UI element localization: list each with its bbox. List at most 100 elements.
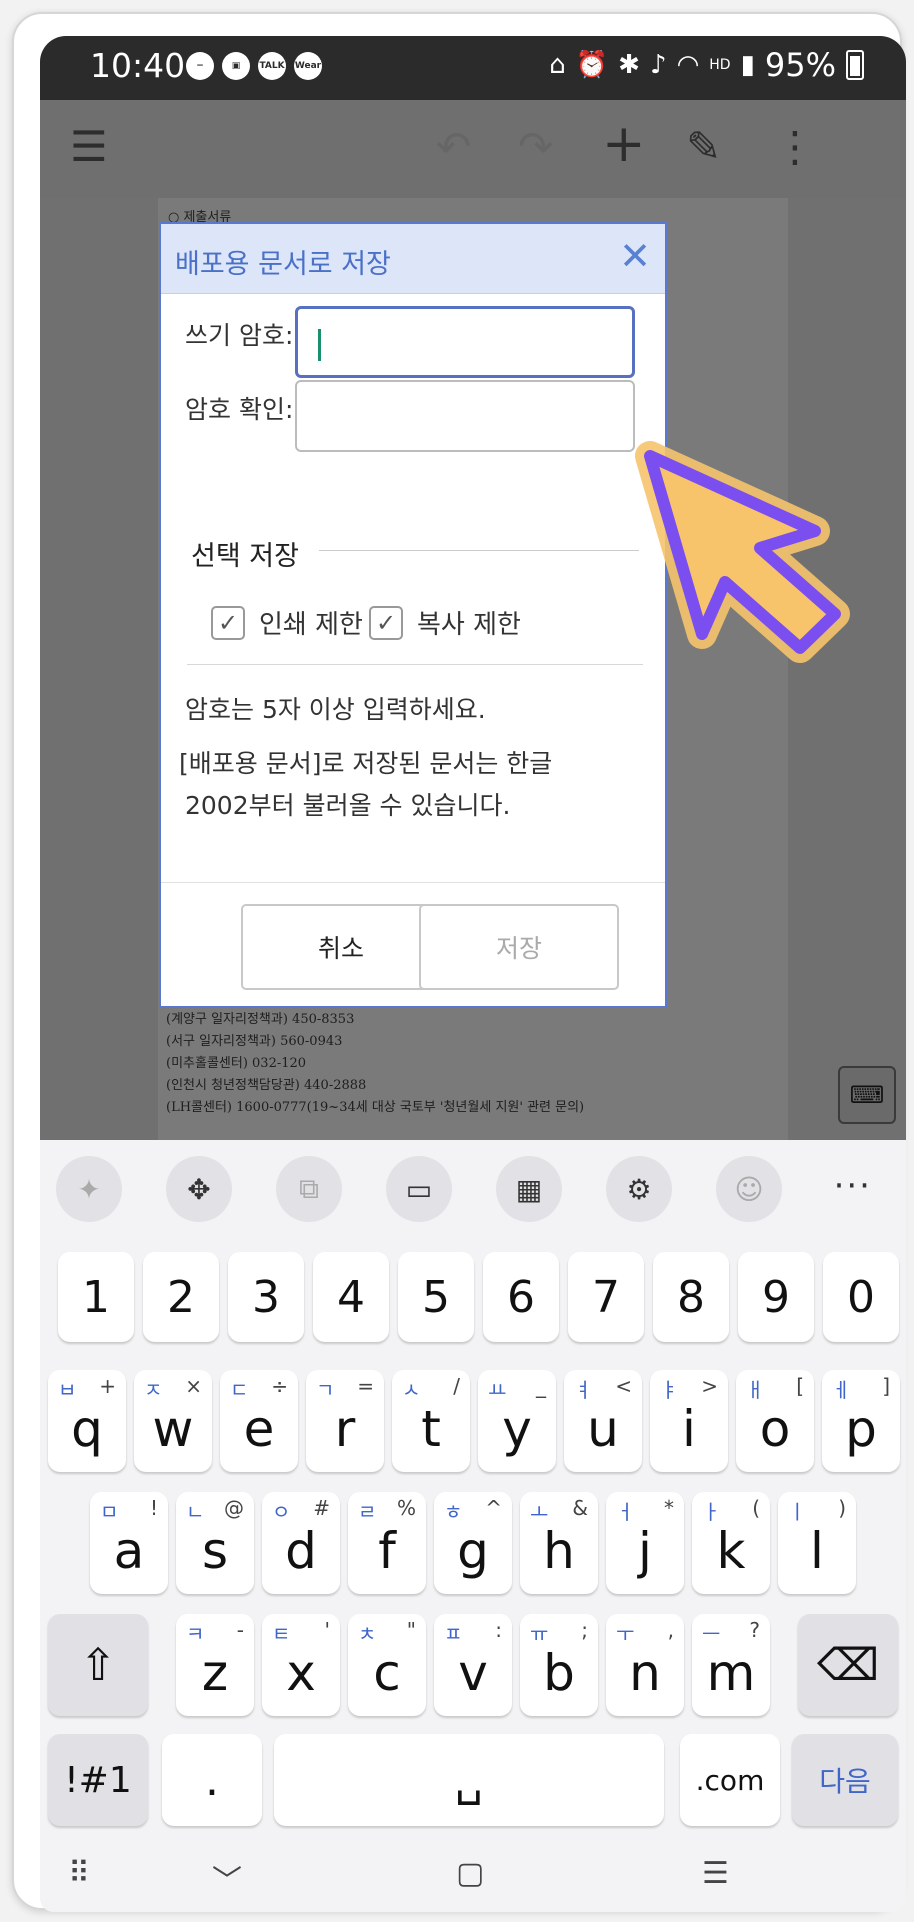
key-letter: v [458, 1644, 488, 1702]
cursor-move-icon[interactable]: ✥ [166, 1156, 232, 1222]
key-9[interactable]: 9 [738, 1252, 814, 1342]
key-6[interactable]: 6 [483, 1252, 559, 1342]
next-key[interactable]: 다음 [792, 1734, 898, 1826]
backspace-key[interactable]: ⌫ [798, 1614, 898, 1716]
key-m[interactable]: ㅡ? m [692, 1614, 770, 1716]
key-x[interactable]: ㅌ ' x [262, 1614, 340, 1716]
close-icon[interactable]: ✕ [619, 236, 651, 276]
more-icon[interactable]: ··· [834, 1166, 872, 1206]
dialog-header: 배포용 문서로 저장 ✕ [161, 224, 665, 294]
key-c[interactable]: ㅊ " c [348, 1614, 426, 1716]
key-letter: e [243, 1400, 275, 1458]
key-a[interactable]: ㅁ! a [90, 1492, 168, 1594]
key-4[interactable]: 4 [313, 1252, 389, 1342]
key-hint: ㅍ [444, 1622, 463, 1646]
clipboard-icon[interactable]: ▭ [386, 1156, 452, 1222]
key-letter: g [457, 1522, 489, 1580]
home-icon[interactable]: ▢ [456, 1856, 484, 1891]
ai-sparkle-icon[interactable]: ✦ [56, 1156, 122, 1222]
key-k[interactable]: ㅏ (k [692, 1492, 770, 1594]
key-v[interactable]: ㅍ: v [434, 1614, 512, 1716]
signal-icon: ▮ [740, 50, 755, 80]
symbols-key[interactable]: !#1 [48, 1734, 148, 1826]
mute-icon: ♪ [649, 50, 667, 80]
space-key[interactable]: ␣ [274, 1734, 664, 1826]
recents-icon[interactable]: ☰ [702, 1856, 729, 1891]
key-y[interactable]: ㅛ _ y [478, 1370, 556, 1472]
key-letter: j [638, 1522, 652, 1580]
key-5[interactable]: 5 [398, 1252, 474, 1342]
emoji-icon[interactable]: ☺ [716, 1156, 782, 1222]
key-1[interactable]: 1 [58, 1252, 134, 1342]
confirm-password-input[interactable] [295, 380, 635, 452]
key-symbol: * [664, 1496, 674, 1520]
key-w[interactable]: ㅈ × w [134, 1370, 212, 1472]
copy-restrict-checkbox[interactable]: ✓ 복사 제한 [369, 604, 521, 641]
shift-key[interactable]: ⇧ [48, 1614, 148, 1716]
write-password-input[interactable] [295, 306, 635, 378]
key-i[interactable]: ㅑ > i [650, 1370, 728, 1472]
save-button[interactable]: 저장 [419, 904, 619, 990]
key-hint: ㅈ [144, 1378, 163, 1402]
key-e[interactable]: ㄷ ÷ e [220, 1370, 298, 1472]
key-l[interactable]: ㅣ) l [778, 1492, 856, 1594]
key-s[interactable]: ㄴ @ s [176, 1492, 254, 1594]
cancel-button[interactable]: 취소 [241, 904, 441, 990]
translate-icon[interactable]: ⧉ [276, 1156, 342, 1222]
key-g[interactable]: ㅎ ^ g [434, 1492, 512, 1594]
key-q[interactable]: ㅂ + q [48, 1370, 126, 1472]
section-divider [319, 550, 639, 551]
numpad-icon[interactable]: ▦ [496, 1156, 562, 1222]
key-z[interactable]: ㅋ -z [176, 1614, 254, 1716]
key-u[interactable]: ㅕ < u [564, 1370, 642, 1472]
key-j[interactable]: ㅓ * j [606, 1492, 684, 1594]
options-title: 선택 저장 [191, 541, 299, 572]
write-password-label: 쓰기 암호: [185, 321, 294, 350]
dotcom-key[interactable]: .com [680, 1734, 780, 1826]
redo-icon[interactable]: ↷ [518, 122, 553, 171]
doc-text-line: (미추홀콜센터) 032-120 [166, 1056, 307, 1071]
key-n[interactable]: ㅜ,n [606, 1614, 684, 1716]
edit-mode-icon[interactable]: ✎ [686, 122, 721, 171]
key-h[interactable]: ㅗ & h [520, 1492, 598, 1594]
key-f[interactable]: ㄹ% f [348, 1492, 426, 1594]
undo-icon[interactable]: ↶ [436, 122, 471, 171]
key-symbol: @ [224, 1496, 244, 1520]
key-0[interactable]: 0 [823, 1252, 899, 1342]
key-letter: r [334, 1400, 356, 1458]
more-icon[interactable]: ⋮ [774, 122, 816, 171]
key-t[interactable]: ㅅ / t [392, 1370, 470, 1472]
footer-divider [161, 882, 665, 883]
pointer-arrow-icon [635, 441, 850, 663]
key-hint: ㅣ [788, 1500, 807, 1524]
key-p[interactable]: ㅔ] p [822, 1370, 900, 1472]
key-hint: ㅗ [530, 1500, 549, 1524]
doc-text-line: (서구 일자리정책과) 560-0943 [166, 1034, 343, 1049]
print-restrict-checkbox[interactable]: ✓ 인쇄 제한 [211, 604, 363, 641]
hide-keyboard-icon[interactable]: ﹀ [212, 1856, 242, 1900]
period-key[interactable]: . [162, 1734, 262, 1826]
checkbox-checked-icon: ✓ [211, 605, 245, 640]
menu-icon[interactable]: ☰ [70, 122, 108, 171]
bluetooth-icon: ✱ [618, 50, 640, 80]
add-icon[interactable]: + [602, 114, 646, 174]
key-hint: ㅜ [616, 1622, 635, 1646]
key-o[interactable]: ㅐ [o [736, 1370, 814, 1472]
key-7[interactable]: 7 [568, 1252, 644, 1342]
app-toolbar: ☰ ↶ ↷ + ✎ ⋮ [40, 100, 906, 198]
key-3[interactable]: 3 [228, 1252, 304, 1342]
keyboard-switch-icon[interactable]: ⠿ [68, 1856, 90, 1891]
bed-icon: ⌂ [549, 50, 566, 80]
keyboard-lock-icon[interactable]: ⌨ [838, 1066, 896, 1124]
settings-icon[interactable]: ⚙ [606, 1156, 672, 1222]
screen: 10:40 − ▣ TALK Wear ⌂ ⏰ ✱ ♪ ◠ HD ▮ 95% ☰… [40, 36, 906, 1912]
key-b[interactable]: ㅠ; b [520, 1614, 598, 1716]
key-hint: ㅋ [186, 1622, 205, 1646]
key-letter: b [543, 1644, 575, 1702]
key-letter: i [682, 1400, 696, 1458]
key-2[interactable]: 2 [143, 1252, 219, 1342]
key-d[interactable]: ㅇ # d [262, 1492, 340, 1594]
key-r[interactable]: ㄱ = r [306, 1370, 384, 1472]
key-8[interactable]: 8 [653, 1252, 729, 1342]
key-hint: ㅂ [58, 1378, 77, 1402]
